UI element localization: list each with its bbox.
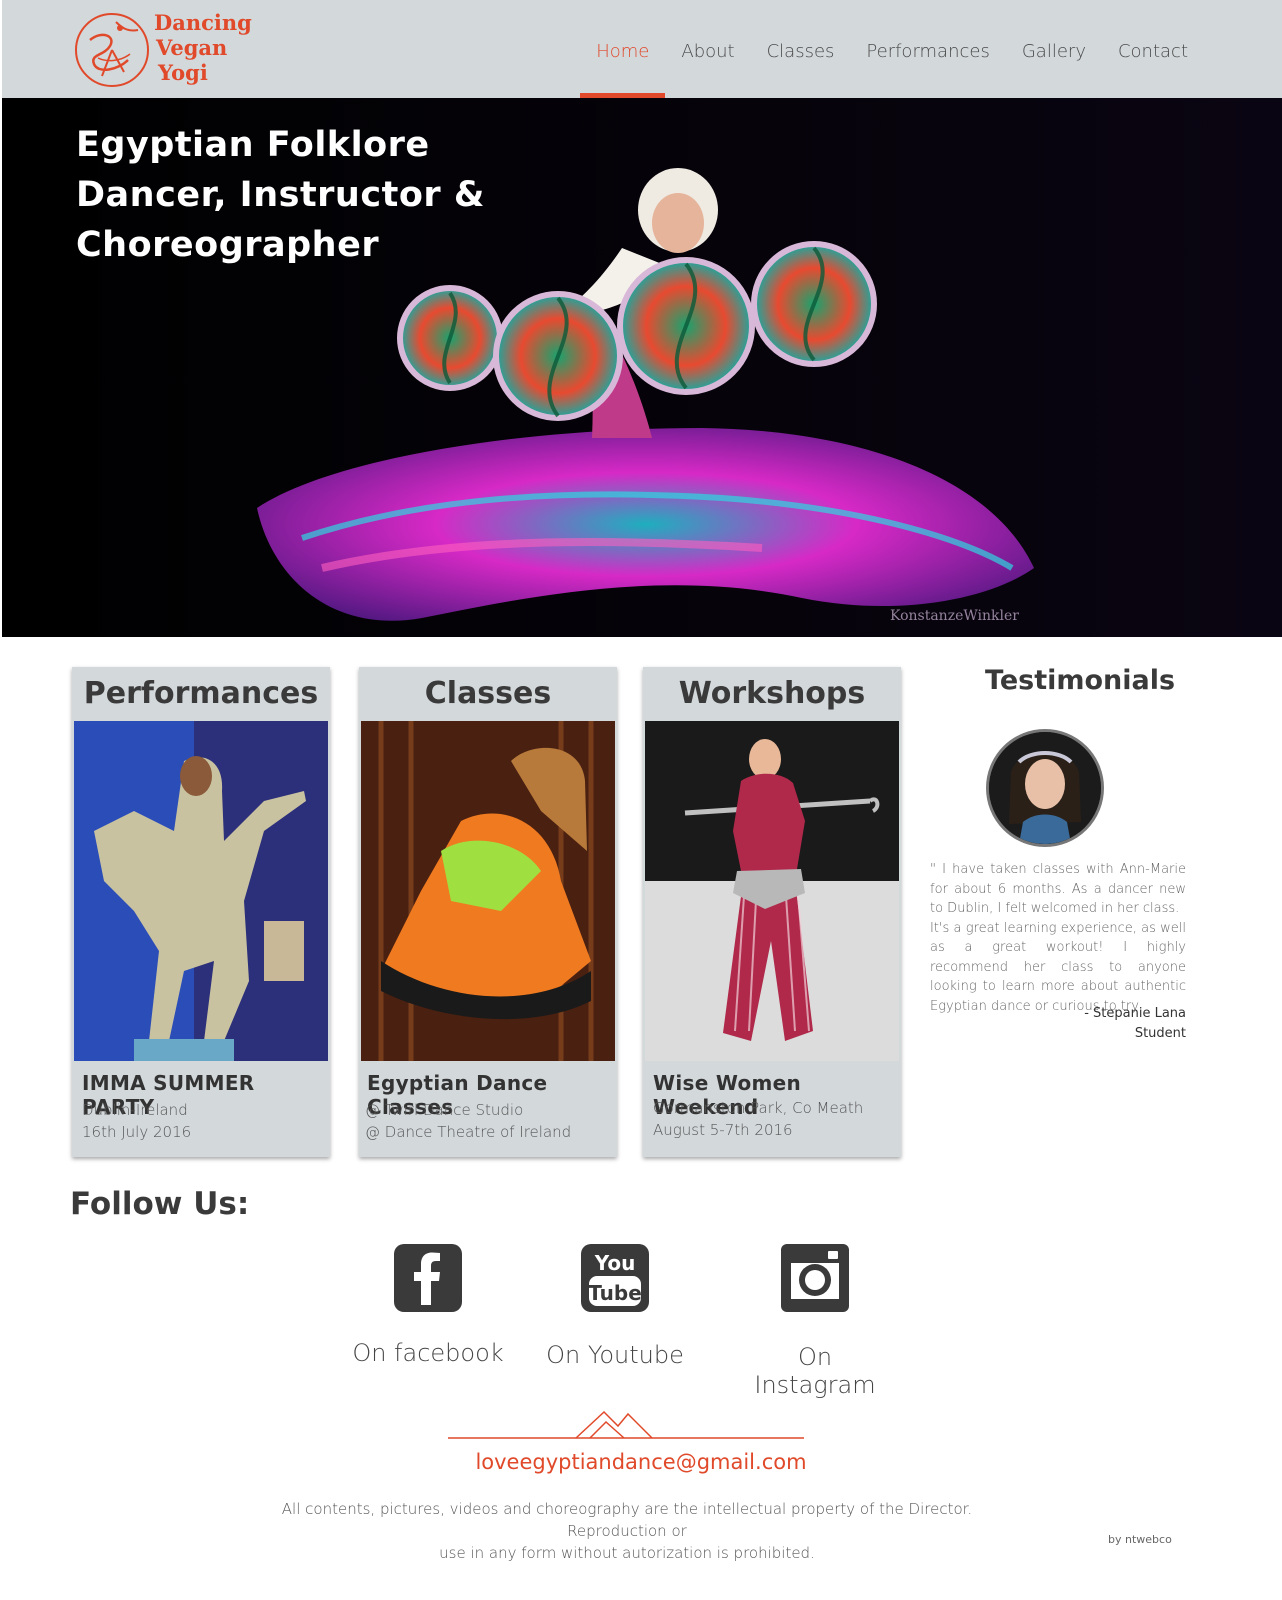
copyright-line: use in any form without autorization is …	[439, 1544, 815, 1562]
copyright-note: All contents, pictures, videos and chore…	[262, 1498, 992, 1564]
logo-line: Vegan	[156, 35, 228, 60]
testimonial-avatar	[986, 729, 1104, 847]
testimonial-author-name: - Stepanie Lana	[1084, 1006, 1186, 1021]
youtube-icon-you: You	[594, 1251, 636, 1275]
social-instagram[interactable]: On Instagram	[735, 1243, 895, 1399]
youtube-label[interactable]: On Youtube	[535, 1341, 695, 1369]
hero-title: Egyptian Folklore Dancer, Instructor & C…	[76, 120, 496, 270]
testimonial-author-role: Student	[1134, 1026, 1186, 1041]
follow-us-title: Follow Us:	[70, 1186, 250, 1222]
card-location: @ Twirl Dance Studio	[365, 1101, 524, 1119]
hero-title-line: Egyptian Folklore	[76, 125, 430, 165]
card-workshops[interactable]: Workshops Wise Women Weekend Gormanston …	[643, 667, 901, 1157]
testimonial-paragraph: " I have taken classes with Ann-Marie fo…	[930, 862, 1186, 916]
hero-banner: Egyptian Folklore Dancer, Instructor & C…	[2, 98, 1282, 637]
card-date: August 5-7th 2016	[653, 1121, 793, 1139]
social-facebook[interactable]: On facebook	[348, 1243, 508, 1367]
card-date: 16th July 2016	[82, 1123, 192, 1141]
facebook-label[interactable]: On facebook	[348, 1339, 508, 1367]
youtube-icon-tube: Tube	[588, 1281, 642, 1305]
credit-link[interactable]: by ntwebco	[1108, 1533, 1172, 1546]
copyright-line: All contents, pictures, videos and chore…	[281, 1500, 973, 1540]
logo-line: Dancing	[154, 10, 252, 35]
instagram-label[interactable]: On Instagram	[735, 1343, 895, 1399]
nav-item-home[interactable]: Home	[580, 0, 666, 98]
testimonials-title: Testimonials	[985, 665, 1176, 696]
site-header: Dancing Vegan Yogi Home About Classes Pe…	[2, 0, 1282, 98]
hero-title-line: Choreographer	[76, 225, 380, 265]
site-logo[interactable]: Dancing Vegan Yogi	[72, 8, 252, 92]
photo-credit: KonstanzeWinkler	[890, 608, 1019, 624]
workshops-photo	[645, 721, 899, 1061]
classes-photo	[361, 721, 615, 1061]
nav-item-gallery[interactable]: Gallery	[1006, 0, 1102, 98]
nav-item-classes[interactable]: Classes	[751, 0, 851, 98]
card-location: Gormanston Park, Co Meath	[653, 1099, 864, 1117]
card-heading: Workshops	[678, 676, 866, 711]
testimonial-quote: " I have taken classes with Ann-Marie fo…	[930, 860, 1186, 1016]
main-nav: Home About Classes Performances Gallery …	[580, 0, 1204, 98]
card-performances[interactable]: Performances IMMA SUMMER PARTY Dublin-Ir…	[72, 667, 330, 1157]
card-location: @ Dance Theatre of Ireland	[365, 1123, 572, 1141]
card-location: Dublin-Ireland	[82, 1101, 188, 1119]
logo-line: Yogi	[158, 60, 208, 85]
dancer-logo-icon	[75, 13, 149, 87]
nav-item-contact[interactable]: Contact	[1102, 0, 1204, 98]
mountain-divider-icon	[448, 1410, 804, 1439]
card-heading: Classes	[424, 676, 552, 711]
card-heading: Performances	[83, 676, 319, 711]
testimonial-author: - Stepanie Lana Student	[1020, 1004, 1186, 1044]
nav-item-performances[interactable]: Performances	[850, 0, 1005, 98]
performance-photo	[74, 721, 328, 1061]
hero-title-line: Dancer, Instructor &	[76, 175, 485, 215]
testimonial-paragraph: It's a great learning experience, as wel…	[930, 920, 1186, 1014]
youtube-icon[interactable]: You Tube	[580, 1243, 650, 1313]
social-youtube[interactable]: You Tube On Youtube	[535, 1243, 695, 1369]
nav-item-about[interactable]: About	[665, 0, 750, 98]
facebook-icon[interactable]	[393, 1243, 463, 1313]
card-classes[interactable]: Classes Egyptian Dance Classes @ Twirl D…	[359, 667, 617, 1157]
contact-email-link[interactable]: loveegyptiandance@gmail.com	[0, 1450, 1282, 1474]
logo-text: Dancing Vegan Yogi	[154, 10, 252, 85]
instagram-icon[interactable]	[780, 1243, 850, 1313]
avatar-portrait	[989, 732, 1101, 844]
